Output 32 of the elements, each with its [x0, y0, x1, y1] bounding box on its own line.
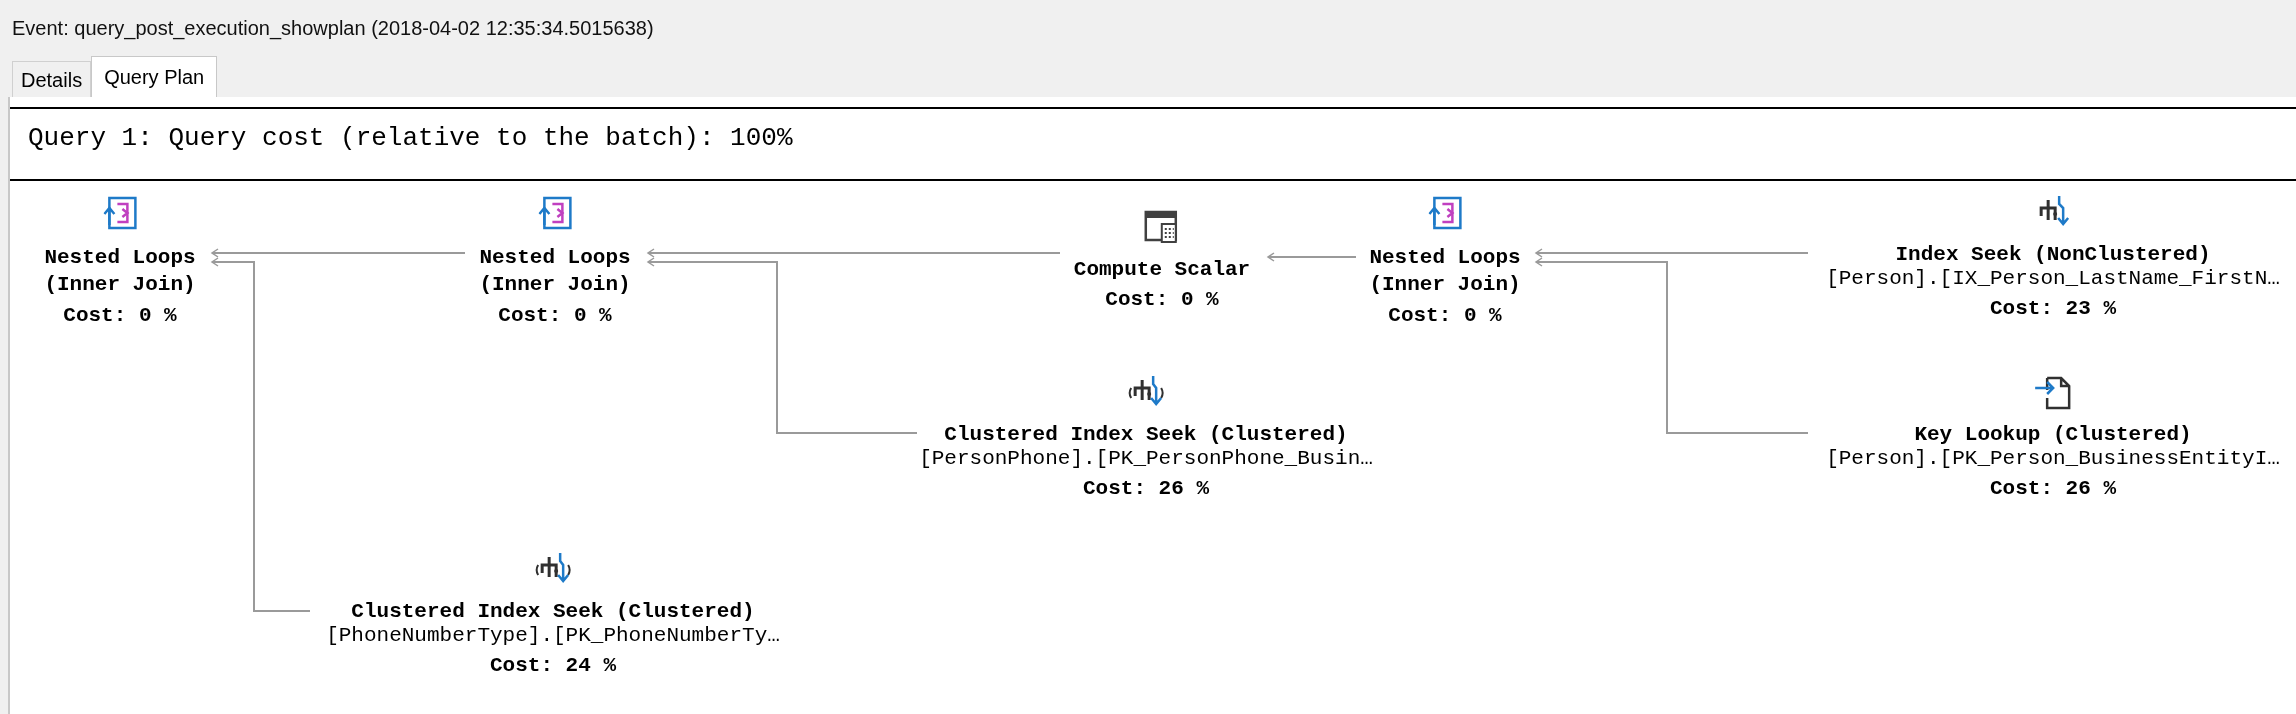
- operator-cost: Cost: 23 %: [1990, 297, 2116, 321]
- tab[interactable]: Details: [12, 61, 92, 97]
- window-title: Event: query_post_execution_showplan (2018-04-02 12:35:34.5015638): [12, 16, 654, 42]
- operator-cost: Cost: 0 %: [1105, 288, 1219, 312]
- operator-detail: [PhoneNumberType].[PK_PhoneNumberTy…: [326, 624, 780, 648]
- operator-detail: (Inner Join): [1369, 272, 1521, 298]
- operator-name: Nested Loops: [44, 245, 196, 271]
- document-arrow-icon[interactable]: [2033, 374, 2073, 410]
- operator-cost: Cost: 0 %: [498, 304, 612, 328]
- operator-name: Index Seek (NonClustered): [1895, 243, 2211, 267]
- operator-name: Clustered Index Seek (Clustered): [351, 600, 755, 624]
- operator-name: Compute Scalar: [1073, 258, 1251, 282]
- query-cost-header: Query 1: Query cost (relative to the batch): 100%: [28, 123, 793, 153]
- nested-loops-icon[interactable]: [538, 195, 572, 231]
- operator-name: Clustered Index Seek (Clustered): [944, 423, 1348, 447]
- operator-name: Nested Loops: [479, 245, 631, 271]
- operator-name: Nested Loops: [1369, 245, 1521, 271]
- tab[interactable]: Query Plan: [91, 56, 218, 97]
- operator-cost: Cost: 0 %: [63, 304, 177, 328]
- operator-detail: (Inner Join): [479, 272, 631, 298]
- operator-detail: [Person].[PK_Person_BusinessEntityI…: [1826, 447, 2280, 471]
- operator-cost: Cost: 26 %: [1990, 477, 2116, 501]
- operator-cost: Cost: 24 %: [490, 654, 616, 678]
- operator-detail: [PersonPhone].[PK_PersonPhone_Busin…: [919, 447, 1373, 471]
- operator-name: Key Lookup (Clustered): [1914, 423, 2192, 447]
- operator-cost: Cost: 0 %: [1388, 304, 1502, 328]
- operator-detail: [Person].[IX_Person_LastName_FirstN…: [1826, 267, 2280, 291]
- operator-cost: Cost: 26 %: [1083, 477, 1209, 501]
- operator-detail: (Inner Join): [44, 272, 196, 298]
- nested-loops-icon[interactable]: [103, 195, 137, 231]
- calculator-window-icon[interactable]: [1144, 209, 1180, 245]
- nested-loops-icon[interactable]: [1428, 195, 1462, 231]
